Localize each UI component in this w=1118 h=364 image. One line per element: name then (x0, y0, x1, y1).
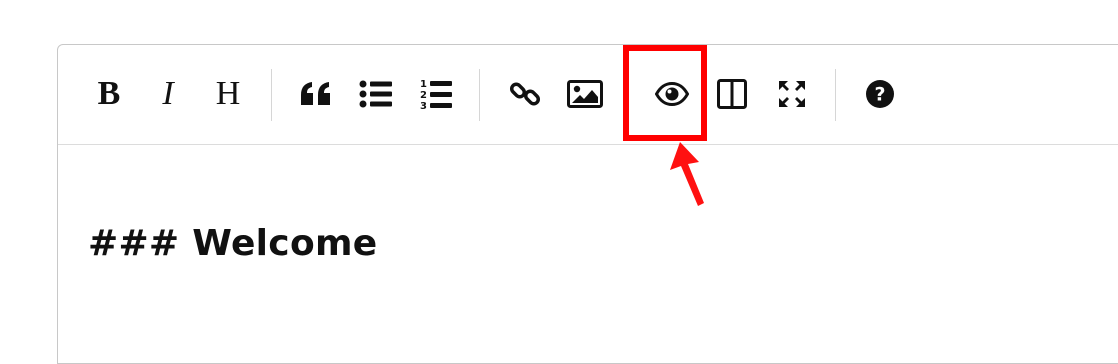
numbered-list-icon: 1 2 3 (420, 79, 452, 111)
italic-icon: I (162, 75, 174, 112)
editor-content[interactable]: ### Welcome (88, 223, 378, 264)
quote-button[interactable] (294, 72, 338, 116)
ordered-list-button[interactable]: 1 2 3 (414, 72, 458, 116)
italic-button[interactable]: I (146, 72, 190, 116)
heading-button[interactable]: H (206, 72, 250, 116)
svg-text:3: 3 (420, 101, 427, 111)
fullscreen-icon (779, 81, 805, 107)
svg-text:?: ? (874, 84, 885, 106)
toolbar-separator (479, 69, 480, 121)
highlight-box (623, 45, 707, 141)
editor-toolbar: B I H 1 2 3 ? (58, 45, 1118, 145)
toolbar-separator (835, 69, 836, 121)
bullet-list-icon (359, 80, 392, 108)
side-by-side-button[interactable] (710, 72, 754, 116)
unordered-list-button[interactable] (354, 72, 398, 116)
columns-icon (717, 79, 747, 109)
guide-button[interactable]: ? (858, 72, 902, 116)
svg-text:2: 2 (420, 90, 427, 101)
image-button[interactable] (563, 72, 607, 116)
quote-icon (301, 82, 330, 105)
bold-icon: B (97, 75, 121, 112)
toolbar-separator (271, 69, 272, 121)
fullscreen-button[interactable] (770, 72, 814, 116)
svg-text:1: 1 (420, 79, 427, 90)
image-icon (567, 80, 603, 108)
link-button[interactable] (503, 72, 547, 116)
heading-icon: H (215, 75, 241, 112)
bold-button[interactable]: B (87, 72, 131, 116)
help-icon: ? (866, 80, 894, 108)
pointer-arrow-icon (670, 142, 704, 206)
link-icon (509, 82, 541, 106)
markdown-editor: B I H 1 2 3 ? ### Welcome (57, 44, 1118, 364)
